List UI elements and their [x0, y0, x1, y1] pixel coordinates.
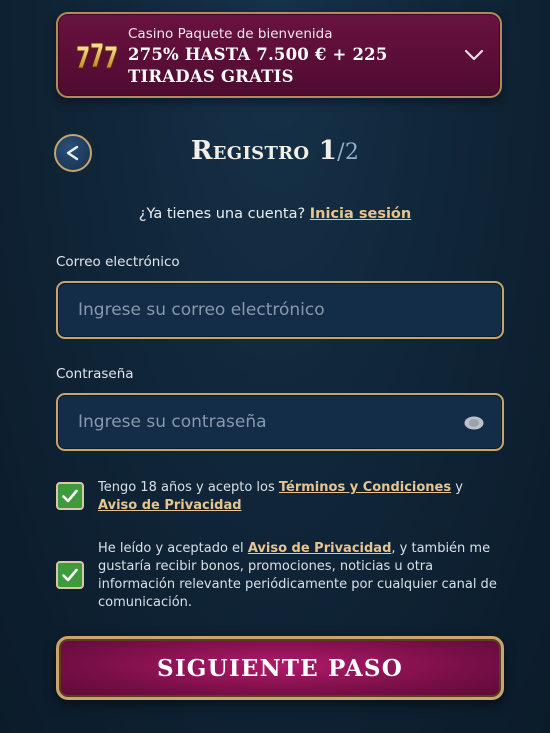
chevron-down-icon[interactable]	[464, 48, 484, 62]
eye-icon[interactable]	[464, 416, 484, 430]
page-title: Registro 1/2	[0, 136, 550, 166]
marketing-text-before: He leído y aceptado el	[98, 541, 248, 556]
email-field[interactable]	[58, 283, 502, 337]
welcome-bonus-banner[interactable]: Casino Paquete de bienvenida 275% hasta …	[56, 12, 502, 98]
login-prompt-text: ¿Ya tienes una cuenta?	[138, 206, 306, 222]
age-terms-checkbox[interactable]	[56, 482, 84, 510]
password-label: Contraseña	[56, 366, 134, 382]
terms-link[interactable]: Términos y Condiciones	[279, 480, 451, 495]
step-indicator: /2	[337, 140, 360, 165]
login-link[interactable]: Inicia sesión	[310, 206, 411, 222]
checkmark-icon	[62, 568, 78, 582]
email-field-container	[56, 281, 504, 339]
age-terms-text-before: Tengo 18 años y acepto los	[98, 480, 279, 495]
password-field[interactable]	[58, 395, 502, 449]
bonus-subtitle: Casino Paquete de bienvenida	[128, 26, 333, 42]
bonus-title: 275% hasta 7.500 € + 225 tiradas gratis	[128, 45, 388, 86]
login-prompt: ¿Ya tienes una cuenta? Inicia sesión	[0, 206, 550, 222]
next-step-button[interactable]: SIGUIENTE PASO	[56, 636, 504, 700]
privacy-link-1[interactable]: Aviso de Privacidad	[98, 498, 242, 513]
privacy-link-2[interactable]: Aviso de Privacidad	[248, 541, 392, 556]
email-label: Correo electrónico	[56, 254, 180, 270]
age-terms-text-middle: y	[451, 480, 463, 495]
page-title-text: Registro 1	[190, 136, 338, 166]
age-terms-text: Tengo 18 años y acepto los Términos y Co…	[98, 479, 508, 515]
marketing-consent-text: He leído y aceptado el Aviso de Privacid…	[98, 540, 508, 612]
password-field-container	[56, 393, 504, 451]
checkmark-icon	[62, 489, 78, 503]
slot-777-icon	[76, 42, 118, 69]
marketing-consent-checkbox[interactable]	[56, 561, 84, 589]
